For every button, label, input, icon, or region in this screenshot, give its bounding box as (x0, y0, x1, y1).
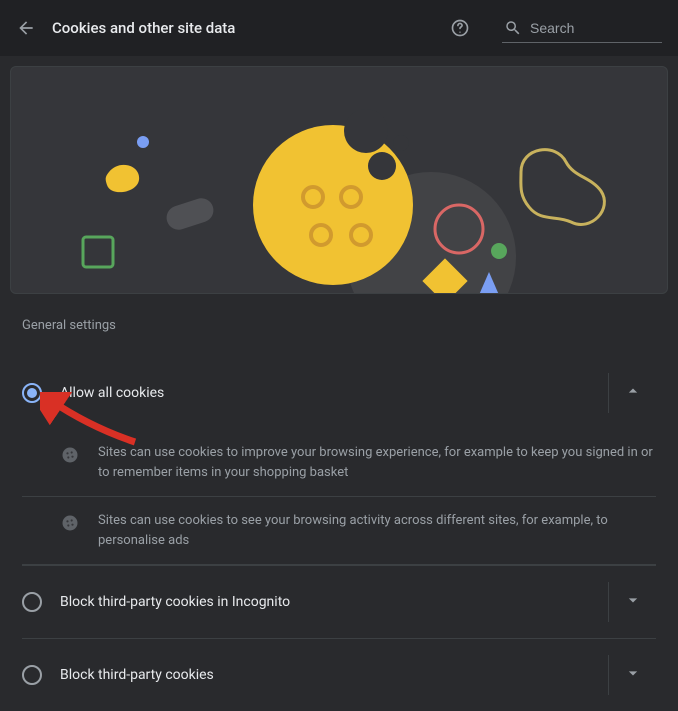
option-label: Block third-party cookies (60, 667, 608, 683)
hero-illustration (10, 66, 668, 294)
help-icon[interactable] (450, 18, 470, 38)
option-label: Allow all cookies (60, 385, 608, 401)
detail-row: Sites can use cookies to see your browsi… (22, 497, 656, 565)
chevron-down-icon[interactable] (623, 663, 643, 687)
page-title: Cookies and other site data (52, 19, 434, 37)
search-icon (504, 18, 522, 38)
search-field[interactable] (502, 14, 662, 43)
radio-block-third-party[interactable] (22, 665, 42, 685)
search-input[interactable] (530, 20, 660, 36)
option-label: Block third-party cookies in Incognito (60, 594, 608, 610)
section-label: General settings (22, 318, 656, 333)
back-icon[interactable] (16, 18, 36, 38)
detail-row: Sites can use cookies to improve your br… (22, 429, 656, 497)
option-block-incognito[interactable]: Block third-party cookies in Incognito (22, 566, 656, 638)
cookie-icon (60, 445, 80, 465)
option-block-third-party[interactable]: Block third-party cookies (22, 639, 656, 711)
detail-text: Sites can use cookies to see your browsi… (98, 511, 656, 550)
chevron-up-icon[interactable] (623, 381, 643, 405)
option-allow-all-cookies[interactable]: Allow all cookies (22, 357, 656, 429)
cookie-icon (60, 513, 80, 533)
radio-allow-all[interactable] (22, 383, 42, 403)
radio-block-incognito[interactable] (22, 592, 42, 612)
chevron-down-icon[interactable] (623, 590, 643, 614)
detail-text: Sites can use cookies to improve your br… (98, 443, 656, 482)
